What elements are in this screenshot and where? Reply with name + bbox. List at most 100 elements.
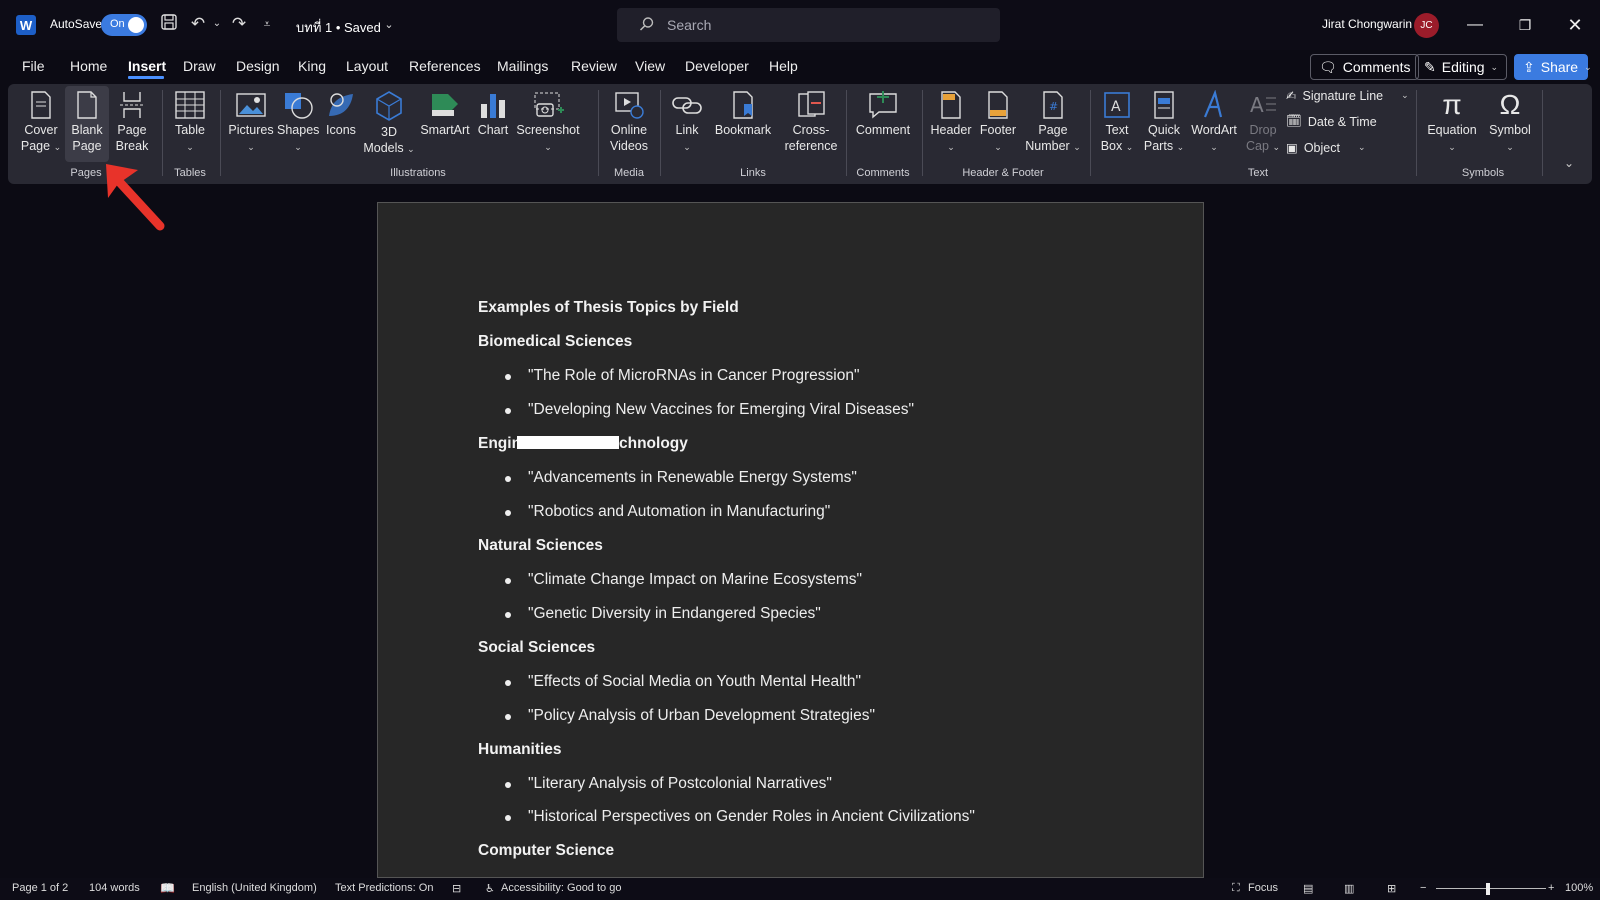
accessibility-status[interactable]: Accessibility: Good to go [501,882,621,894]
redo-icon[interactable]: ↷ [228,13,250,35]
tab-file[interactable]: File [22,58,45,74]
tab-developer[interactable]: Developer [685,58,749,74]
signature-line-button[interactable]: ✍ Signature Line ⌄ [1286,88,1409,104]
tab-review[interactable]: Review [571,58,617,74]
3d-models-button[interactable]: 3D Models ⌄ [363,90,415,157]
title-chevron-down-icon[interactable]: ⌄ [378,14,400,36]
group-separator [1416,90,1417,176]
object-icon: ▣ [1286,141,1298,155]
document-title[interactable]: บทที่ 1 • Saved [296,17,381,38]
shapes-button[interactable]: Shapes ⌄ [277,90,319,155]
chart-icon [481,94,505,118]
page-number-label-1: Page [1038,123,1068,137]
macro-recording-icon[interactable]: ⊟ [452,882,461,895]
page-number-button[interactable]: # Page Number ⌄ [1022,90,1084,155]
blank-page-button[interactable]: Blank Page [65,86,109,162]
tab-design[interactable]: Design [236,58,280,74]
zoom-out-icon[interactable]: − [1420,882,1426,894]
web-layout-icon[interactable]: ⊞ [1387,882,1396,895]
zoom-slider-thumb[interactable] [1486,883,1490,895]
date-time-button[interactable]: 🗓 Date & Time [1286,114,1377,129]
tab-mailings[interactable]: Mailings [497,58,548,74]
autosave-toggle[interactable]: On [101,14,147,36]
header-icon [941,91,961,119]
editing-mode-button[interactable]: ✎ Editing ⌄ [1415,54,1508,80]
print-layout-icon[interactable]: ▥ [1344,882,1354,895]
page-break-button[interactable]: Page Break [112,90,152,154]
customize-toolbar-icon[interactable]: ⩡ [256,13,278,35]
group-separator [1542,90,1543,176]
minimize-icon[interactable]: — [1462,12,1488,38]
pencil-icon: ✎ [1424,58,1436,75]
ribbon-collapse-chevron-icon[interactable]: ⌄ [1564,156,1574,170]
tab-layout[interactable]: Layout [346,58,388,74]
zoom-slider[interactable] [1436,888,1546,889]
tab-king[interactable]: King [298,58,326,74]
object-button[interactable]: ▣ Object ⌄ [1286,140,1366,156]
read-mode-icon[interactable]: ▤ [1303,882,1313,895]
comments-button[interactable]: 🗨 Comments [1310,54,1420,80]
list-item: "Genetic Diversity in Endangered Species… [505,605,821,622]
footer-button[interactable]: Footer ⌄ [976,90,1020,155]
svg-text:A: A [1111,99,1121,115]
focus-button[interactable]: Focus [1248,882,1278,894]
symbol-button[interactable]: Ω Symbol ⌄ [1484,90,1536,155]
avatar[interactable]: JC [1414,13,1439,38]
tab-view[interactable]: View [635,58,665,74]
page-number-icon: # [1043,91,1063,119]
tab-insert[interactable]: Insert [128,58,166,74]
group-label-media: Media [614,167,644,179]
text-predictions[interactable]: Text Predictions: On [335,882,433,894]
signature-line-icon: ✍ [1286,89,1297,103]
wordart-icon [1203,90,1223,118]
drop-cap-button[interactable]: A Drop Cap ⌄ [1242,90,1284,155]
cross-reference-button[interactable]: Cross- reference [779,90,843,154]
quick-parts-button[interactable]: Quick Parts ⌄ [1142,90,1186,155]
proofing-book-icon[interactable]: 📖 [160,881,175,895]
close-icon[interactable]: ✕ [1562,12,1588,38]
user-name[interactable]: Jirat Chongwarin [1322,17,1412,31]
undo-dropdown-icon[interactable]: ⌄ [206,13,228,35]
word-logo-icon: W [16,15,36,35]
object-label: Object [1303,140,1340,155]
cover-page-label-2: Page [20,139,51,153]
link-label: Link [675,123,699,137]
tab-draw[interactable]: Draw [183,58,216,74]
search-box[interactable]: Search [617,8,1000,42]
document-title: Examples of Thesis Topics by Field [478,299,739,316]
smartart-button[interactable]: SmartArt [418,90,472,138]
search-icon [639,17,654,31]
share-button[interactable]: ⇪ Share ⌄ [1514,54,1592,80]
page-break-label-2: Break [115,139,149,153]
language[interactable]: English (United Kingdom) [192,882,317,894]
header-button[interactable]: Header ⌄ [928,90,974,155]
section-heading: Computer Science [478,842,615,859]
save-icon[interactable] [158,13,180,35]
new-comment-button[interactable]: Comment [852,90,914,138]
page-count[interactable]: Page 1 of 2 [12,882,68,894]
zoom-level[interactable]: 100% [1565,882,1593,894]
3d-models-label-2: Models [363,141,404,155]
text-box-button[interactable]: A Text Box ⌄ [1096,90,1138,155]
tab-references[interactable]: References [409,58,481,74]
zoom-in-icon[interactable]: + [1548,882,1554,894]
chart-button[interactable]: Chart [474,90,512,138]
pictures-button[interactable]: Pictures ⌄ [228,90,274,155]
group-label-pages: Pages [70,167,102,179]
document-page[interactable]: Examples of Thesis Topics by Field Biome… [377,202,1204,878]
word-count[interactable]: 104 words [89,882,140,894]
bookmark-button[interactable]: Bookmark [712,90,774,138]
tab-help[interactable]: Help [769,58,798,74]
wordart-button[interactable]: WordArt ⌄ [1188,90,1240,155]
equation-button[interactable]: π Equation ⌄ [1422,90,1482,155]
signature-line-label: Signature Line [1302,88,1384,103]
list-item: "Literary Analysis of Postcolonial Narra… [505,775,832,792]
screenshot-button[interactable]: Screenshot ⌄ [515,90,581,155]
restore-icon[interactable]: ❐ [1512,12,1538,38]
tab-home[interactable]: Home [70,58,107,74]
table-button[interactable]: Table ⌄ [170,90,210,155]
icons-button[interactable]: Icons [322,90,360,138]
cover-page-button[interactable]: Cover Page ⌄ [18,90,64,155]
link-button[interactable]: Link ⌄ [668,90,706,155]
online-videos-button[interactable]: Online Videos [604,90,654,154]
